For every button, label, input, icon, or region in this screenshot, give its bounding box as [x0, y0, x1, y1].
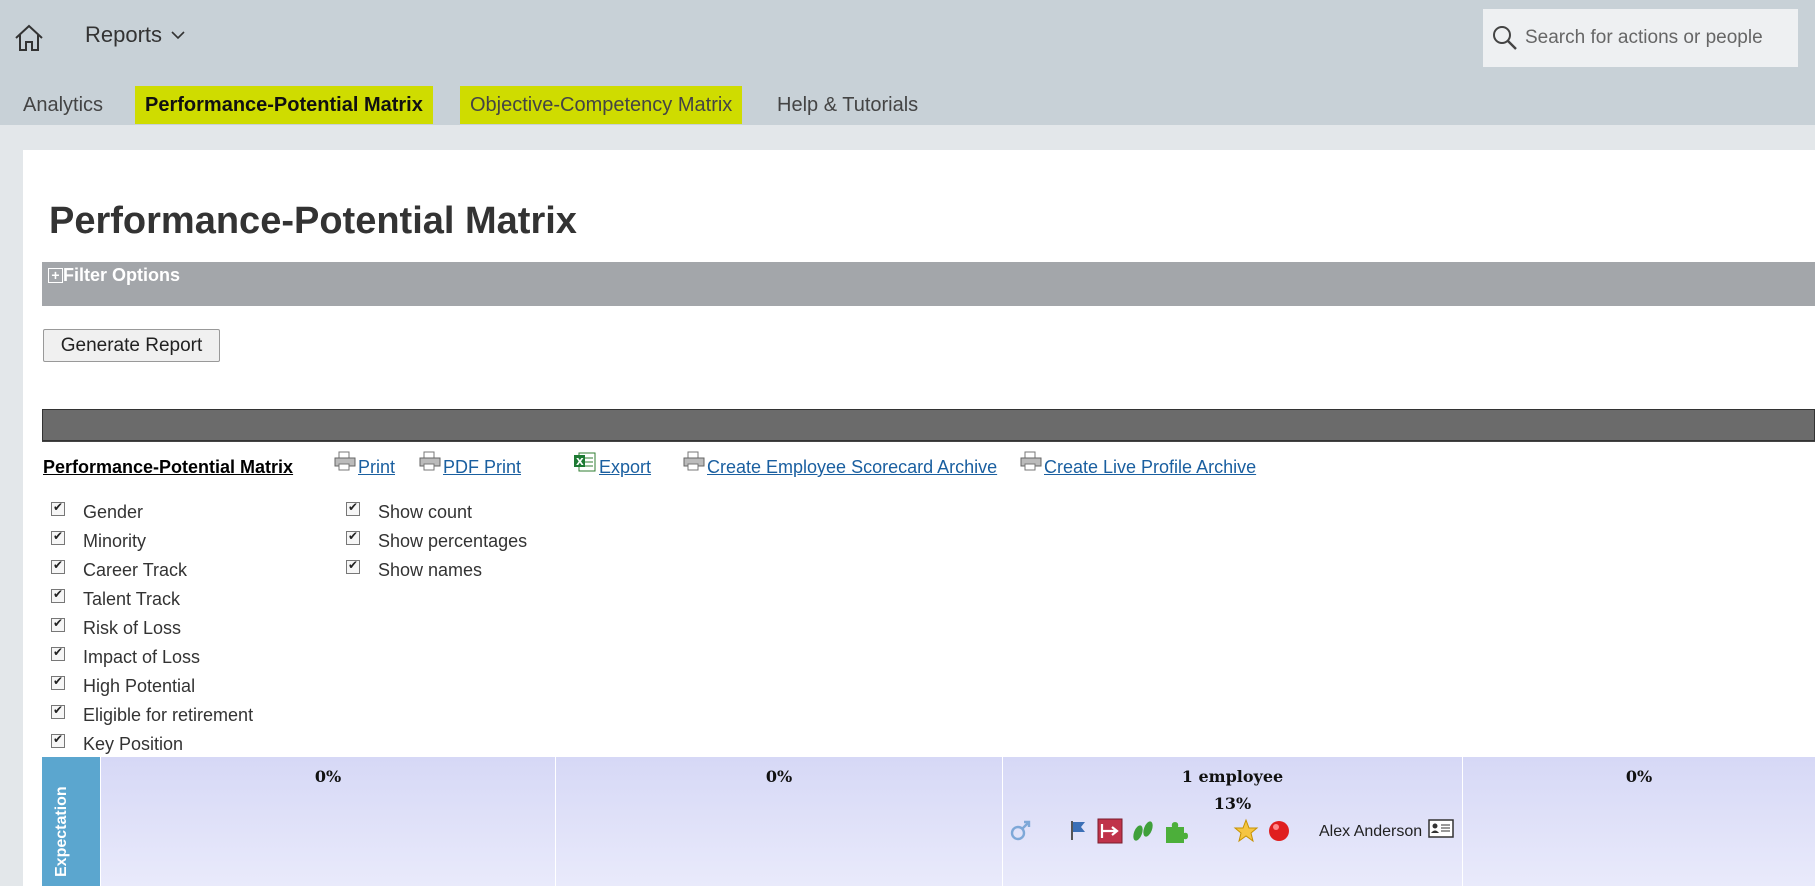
matrix-cell[interactable]: 1 employee 13% Alex Anderson: [1002, 757, 1462, 886]
checkbox-label: Show count: [378, 502, 473, 522]
reports-menu-label: Reports: [85, 22, 163, 47]
checkbox-label: Eligible for retirement: [83, 705, 254, 725]
excel-icon: X: [574, 452, 596, 472]
pdf-print-link[interactable]: PDF Print: [419, 451, 522, 478]
employee-scorecard-archive-label: Create Employee Scorecard Archive: [707, 457, 998, 477]
career-flag-icon: [1071, 821, 1085, 840]
checkbox[interactable]: [346, 500, 360, 516]
checkbox[interactable]: [51, 558, 65, 574]
checkbox-label: Career Track: [83, 560, 188, 580]
checkbox-show-count[interactable]: Show count: [346, 500, 472, 525]
content-panel: Performance-Potential Matrix + Filter Op…: [23, 150, 1815, 886]
printer-icon: [683, 451, 705, 471]
pdf-print-label: PDF Print: [443, 457, 522, 477]
top-header: Reports Analytics Performance-Potential …: [0, 0, 1815, 125]
checkbox-eligible-retirement[interactable]: Eligible for retirement: [51, 703, 253, 728]
tab-objective-competency-matrix[interactable]: Objective-Competency Matrix: [460, 86, 743, 124]
puzzle-piece-icon: [1166, 822, 1188, 843]
expand-plus-icon[interactable]: +: [48, 268, 63, 283]
checkbox[interactable]: [51, 732, 65, 748]
report-header-bar: [42, 409, 1815, 441]
checkbox-label: Show names: [378, 560, 483, 580]
svg-text:X: X: [576, 457, 584, 468]
checkbox-label: Gender: [83, 502, 144, 522]
checkbox-show-percentages[interactable]: Show percentages: [346, 529, 527, 554]
employee-scorecard-archive-link[interactable]: Create Employee Scorecard Archive: [683, 451, 998, 478]
checkbox-label: Show percentages: [378, 531, 528, 551]
divider: [42, 441, 1815, 442]
tab-help-tutorials[interactable]: Help & Tutorials: [777, 86, 918, 124]
tab-performance-potential-matrix[interactable]: Performance-Potential Matrix: [135, 86, 433, 124]
checkbox-show-names[interactable]: Show names: [346, 558, 482, 583]
checkbox-label: High Potential: [83, 676, 196, 696]
matrix-title-link[interactable]: Performance-Potential Matrix: [43, 457, 293, 478]
checkbox-label: Key Position: [83, 734, 184, 754]
checkbox-label: Talent Track: [83, 589, 181, 609]
chevron-down-icon: [171, 31, 185, 40]
search-input[interactable]: [1525, 27, 1785, 49]
matrix-cell[interactable]: 0%: [555, 757, 1002, 886]
checkbox-risk-of-loss[interactable]: Risk of Loss: [51, 616, 181, 641]
filter-options-label[interactable]: Filter Options: [63, 265, 180, 286]
star-badge-icon: [1233, 818, 1259, 843]
checkbox[interactable]: [346, 529, 360, 545]
cell-percentage: 0%: [1625, 767, 1653, 786]
search-icon: [1493, 26, 1517, 50]
reports-menu[interactable]: Reports: [85, 22, 186, 48]
export-label: Export: [599, 457, 652, 477]
printer-icon: [1020, 451, 1042, 471]
matrix-cell[interactable]: 0%: [100, 757, 555, 886]
cell-count: 1 employee: [1181, 767, 1284, 786]
home-icon[interactable]: [13, 22, 45, 54]
export-link[interactable]: X Export: [573, 452, 652, 478]
checkbox-label: Minority: [83, 531, 147, 551]
checkbox[interactable]: [51, 616, 65, 632]
checkbox[interactable]: [51, 529, 65, 545]
profile-card-icon[interactable]: [1428, 818, 1454, 840]
employee-entry[interactable]: Alex Anderson: [1009, 818, 1454, 846]
checkbox[interactable]: [346, 558, 360, 574]
cell-percentage: 0%: [314, 767, 342, 786]
cell-percentage: 0%: [765, 767, 793, 786]
checkbox-impact-of-loss[interactable]: Impact of Loss: [51, 645, 200, 670]
printer-icon: [334, 451, 356, 471]
checkbox-label: Risk of Loss: [83, 618, 182, 638]
risk-red-dot-icon: [1269, 821, 1289, 841]
employee-name[interactable]: Alex Anderson: [1319, 823, 1422, 841]
printer-icon: [419, 451, 441, 471]
checkbox-label: Impact of Loss: [83, 647, 201, 667]
gender-male-icon: [1010, 820, 1031, 841]
page-title: Performance-Potential Matrix: [49, 200, 577, 242]
search-box[interactable]: [1483, 9, 1798, 67]
tab-analytics[interactable]: Analytics: [23, 86, 103, 124]
y-axis-label: Expectation: [42, 757, 100, 886]
generate-report-button[interactable]: Generate Report: [43, 329, 220, 362]
matrix-cell[interactable]: 0%: [1462, 757, 1815, 886]
checkbox-minority[interactable]: Minority: [51, 529, 146, 554]
y-axis-label-text: Expectation: [53, 786, 70, 877]
live-profile-archive-label: Create Live Profile Archive: [1044, 457, 1257, 477]
transfer-arrow-icon: [1097, 818, 1123, 844]
checkbox[interactable]: [51, 703, 65, 719]
checkbox-talent-track[interactable]: Talent Track: [51, 587, 180, 612]
checkbox-high-potential[interactable]: High Potential: [51, 674, 195, 699]
performance-potential-grid: Expectation 0% 0% 1 employee 13% Alex An…: [42, 757, 1815, 886]
checkbox[interactable]: [51, 674, 65, 690]
print-label: Print: [358, 457, 396, 477]
filter-options-bar[interactable]: + Filter Options: [42, 262, 1815, 306]
print-link[interactable]: Print: [334, 451, 396, 478]
checkbox[interactable]: [51, 500, 65, 516]
checkbox-gender[interactable]: Gender: [51, 500, 143, 525]
checkbox[interactable]: [51, 645, 65, 661]
live-profile-archive-link[interactable]: Create Live Profile Archive: [1020, 451, 1257, 478]
checkbox-career-track[interactable]: Career Track: [51, 558, 187, 583]
footsteps-icon: [1133, 821, 1153, 841]
cell-percentage: 13%: [1213, 794, 1252, 813]
checkbox[interactable]: [51, 587, 65, 603]
checkbox-key-position[interactable]: Key Position: [51, 732, 183, 757]
